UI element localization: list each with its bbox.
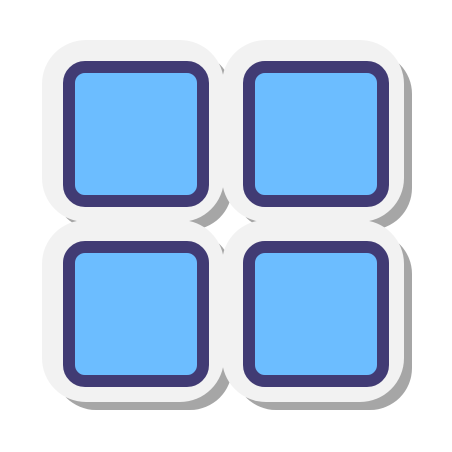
grid-view-icon <box>42 40 412 410</box>
grid-tile-bottom-right <box>243 241 389 387</box>
grid-tile-bottom-left <box>63 241 209 387</box>
grid-tile-top-left <box>63 61 209 207</box>
grid-view-sticker <box>0 0 452 452</box>
grid-tile-top-right <box>243 61 389 207</box>
